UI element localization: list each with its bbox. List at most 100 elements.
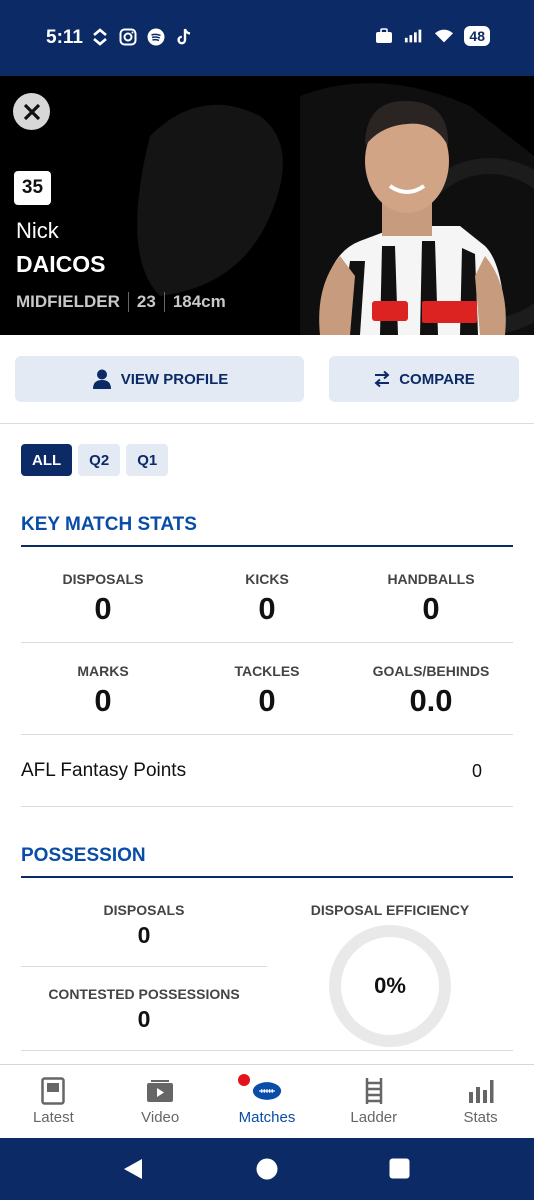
stat-label: KICKS	[245, 571, 289, 587]
player-last-name: DAICOS	[16, 251, 106, 277]
status-time: 5:11	[46, 27, 83, 48]
system-navigation-bar	[0, 1138, 534, 1200]
briefcase-icon	[374, 26, 394, 46]
player-age: 23	[136, 292, 156, 311]
video-icon	[145, 1077, 175, 1105]
possession-disposals: DISPOSALS 0	[21, 902, 267, 949]
section-rule	[21, 545, 513, 547]
stat-label: MARKS	[77, 663, 129, 679]
double-chevron-icon	[90, 27, 110, 47]
player-hero: 35 Nick DAICOS MIDFIELDER 23 184cm	[0, 76, 534, 335]
nav-label: Latest	[32, 1109, 74, 1126]
meta-divider	[163, 292, 165, 312]
stat-kicks: KICKS 0	[185, 571, 349, 627]
disposal-efficiency-value: 0%	[374, 973, 406, 998]
section-rule	[21, 876, 513, 878]
view-profile-button[interactable]: VIEW PROFILE	[15, 356, 304, 402]
football-icon	[237, 1074, 282, 1105]
recents-square-icon	[389, 1158, 410, 1179]
nav-label: Video	[141, 1109, 180, 1126]
ladder-icon	[359, 1077, 389, 1105]
view-profile-label: VIEW PROFILE	[120, 370, 229, 388]
row-divider	[21, 806, 513, 807]
disposal-efficiency-label: DISPOSAL EFFICIENCY	[310, 902, 470, 918]
possession-title: POSSESSION	[21, 845, 146, 866]
close-icon	[23, 103, 40, 120]
disposal-efficiency-ring: 0%	[329, 925, 451, 1047]
quarter-filter-tabs: ALL Q2 Q1	[21, 444, 169, 476]
instagram-icon	[118, 27, 138, 47]
stat-label: DISPOSALS	[103, 902, 185, 918]
player-position: MIDFIELDER	[16, 292, 120, 311]
news-icon	[38, 1077, 68, 1105]
nav-label: Stats	[463, 1109, 498, 1126]
tiktok-icon	[174, 27, 194, 47]
stat-goals-behinds: GOALS/BEHINDS 0.0	[349, 663, 513, 719]
home-circle-icon	[256, 1158, 278, 1180]
stat-value: 0.0	[409, 683, 453, 718]
tab-q1[interactable]: Q1	[126, 444, 169, 476]
bottom-navigation: Latest Video Matches Ladder Stats	[0, 1064, 534, 1138]
bar-chart-icon	[466, 1077, 496, 1105]
stat-tackles: TACKLES 0	[185, 663, 349, 719]
row-divider	[21, 734, 513, 735]
recents-button[interactable]	[389, 1158, 410, 1184]
stat-value: 0	[258, 591, 276, 626]
tab-all[interactable]: ALL	[21, 444, 73, 476]
status-system-icons: 48	[374, 26, 490, 46]
stat-label: TACKLES	[234, 663, 300, 679]
stats-row-1: DISPOSALS 0 KICKS 0 HANDBALLS 0	[21, 571, 513, 627]
player-first-name: Nick	[16, 218, 59, 243]
section-divider	[0, 423, 534, 424]
key-match-stats-title: KEY MATCH STATS	[21, 514, 197, 535]
jersey-number: 35	[14, 171, 51, 205]
compare-label: COMPARE	[399, 370, 475, 388]
stat-value: 0	[258, 683, 276, 718]
player-photo	[319, 101, 506, 335]
stats-row-2: MARKS 0 TACKLES 0 GOALS/BEHINDS 0.0	[21, 663, 513, 719]
row-divider	[21, 966, 267, 967]
fantasy-points-label: AFL Fantasy Points	[21, 760, 187, 781]
home-button[interactable]	[256, 1158, 278, 1185]
stat-label: CONTESTED POSSESSIONS	[48, 986, 240, 1002]
compare-button[interactable]: COMPARE	[329, 356, 519, 402]
nav-stats[interactable]: Stats	[427, 1065, 534, 1138]
stat-marks: MARKS 0	[21, 663, 185, 719]
stat-disposals: DISPOSALS 0	[21, 571, 185, 627]
wifi-icon	[434, 26, 454, 46]
tab-q2[interactable]: Q2	[78, 444, 121, 476]
stat-handballs: HANDBALLS 0	[349, 571, 513, 627]
spotify-icon	[146, 27, 166, 47]
status-bar: 5:11 48	[0, 0, 534, 76]
player-meta: MIDFIELDER 23 184cm	[16, 292, 226, 312]
stat-value: 0	[422, 591, 440, 626]
signal-icon	[404, 26, 424, 46]
back-button[interactable]	[122, 1158, 144, 1185]
nav-video[interactable]: Video	[107, 1065, 214, 1138]
swap-arrows-icon	[374, 370, 390, 388]
action-row: VIEW PROFILE COMPARE	[15, 356, 519, 402]
nav-matches[interactable]: Matches	[214, 1065, 321, 1138]
status-app-icons	[90, 27, 194, 47]
nav-label: Matches	[238, 1109, 296, 1126]
meta-divider	[127, 292, 129, 312]
stat-value: 0	[137, 1006, 151, 1032]
stat-value: 0	[137, 922, 151, 948]
fantasy-points-value: 0	[471, 761, 482, 781]
notification-dot	[237, 1074, 250, 1086]
nav-ladder[interactable]: Ladder	[320, 1065, 427, 1138]
nav-label: Ladder	[350, 1109, 398, 1126]
stat-value: 0	[94, 683, 112, 718]
nav-latest[interactable]: Latest	[0, 1065, 107, 1138]
player-height: 184cm	[172, 292, 226, 311]
row-divider	[21, 642, 513, 643]
possession-contested: CONTESTED POSSESSIONS 0	[21, 986, 267, 1033]
close-button[interactable]	[13, 93, 50, 130]
stat-label: GOALS/BEHINDS	[372, 663, 490, 679]
person-icon	[92, 369, 111, 389]
stat-label: HANDBALLS	[387, 571, 475, 587]
stat-value: 0	[94, 591, 112, 626]
back-triangle-icon	[124, 1159, 142, 1179]
battery-icon: 48	[464, 26, 490, 46]
stat-label: DISPOSALS	[62, 571, 144, 587]
